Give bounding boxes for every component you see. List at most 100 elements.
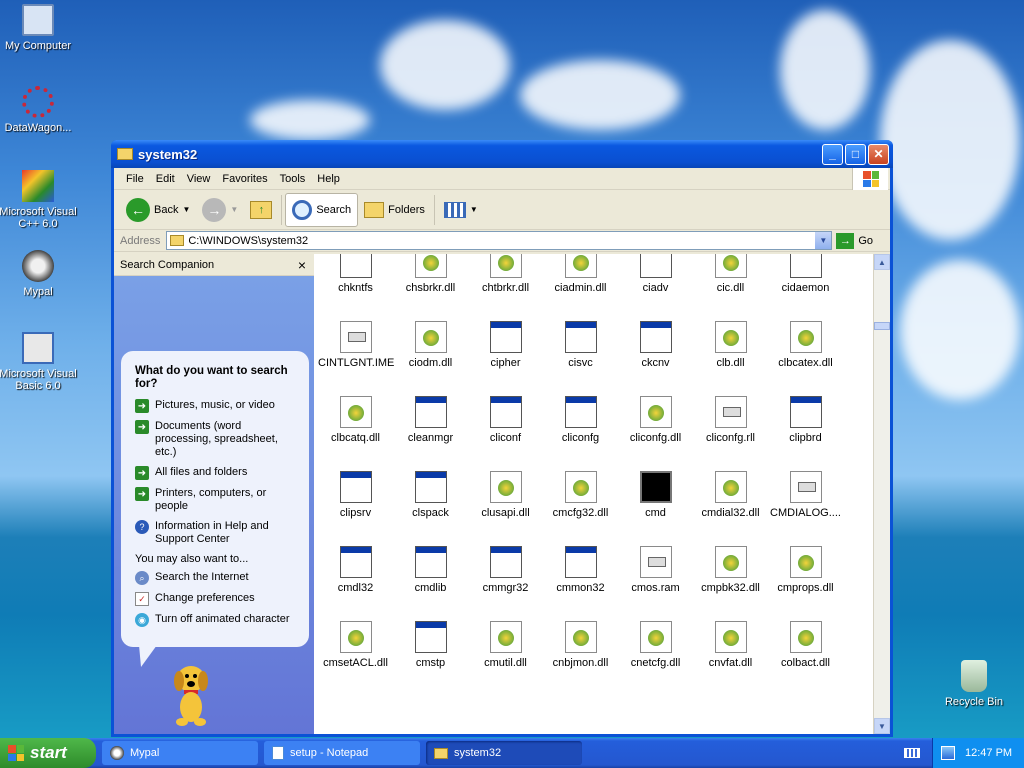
views-button[interactable]: ▼ <box>438 193 484 227</box>
file-item[interactable]: clb.dll <box>693 321 768 369</box>
application-icon <box>639 254 672 278</box>
scroll-up-button[interactable]: ▲ <box>874 254 890 270</box>
desktop-icon-mypal[interactable]: Mypal <box>0 250 78 298</box>
file-item[interactable]: clbcatq.dll <box>318 396 393 444</box>
file-item[interactable]: cliconfg.rll <box>693 396 768 444</box>
go-button[interactable]: → Go <box>836 232 873 249</box>
file-item[interactable]: cmprops.dll <box>768 546 843 594</box>
file-item[interactable]: cnetcfg.dll <box>618 621 693 669</box>
forward-button[interactable]: → ▼ <box>196 193 244 227</box>
file-item[interactable]: chtbrkr.dll <box>468 254 543 294</box>
desktop-icon-visual-basic[interactable]: Microsoft Visual Basic 6.0 <box>0 332 78 392</box>
clock[interactable]: 12:47 PM <box>965 747 1012 759</box>
file-item[interactable]: cmutil.dll <box>468 621 543 669</box>
desktop-icon-my-computer[interactable]: My Computer <box>0 4 78 52</box>
file-item[interactable]: cipher <box>468 321 543 369</box>
close-button[interactable]: ✕ <box>868 143 889 165</box>
file-item[interactable]: clbcatex.dll <box>768 321 843 369</box>
file-name: cipher <box>490 357 521 369</box>
file-item[interactable]: cliconf <box>468 396 543 444</box>
file-item[interactable]: cmdl32 <box>318 546 393 594</box>
search-option-help[interactable]: ? Information in Help and Support Center <box>135 520 297 546</box>
file-item[interactable]: clipsrv <box>318 471 393 519</box>
file-item[interactable]: cnvfat.dll <box>693 621 768 669</box>
file-item[interactable]: cmsetACL.dll <box>318 621 393 669</box>
search-option-documents[interactable]: ➜ Documents (word processing, spreadsheet… <box>135 420 297 459</box>
file-item[interactable]: cmcfg32.dll <box>543 471 618 519</box>
file-item[interactable]: cliconfg.dll <box>618 396 693 444</box>
file-item[interactable]: cmmon32 <box>543 546 618 594</box>
vertical-scrollbar[interactable]: ▲ ▼ <box>873 254 890 734</box>
application-icon <box>489 546 522 578</box>
file-item[interactable]: cleanmgr <box>393 396 468 444</box>
search-option-printers[interactable]: ➜ Printers, computers, or people <box>135 487 297 513</box>
file-item[interactable]: cmdial32.dll <box>693 471 768 519</box>
menu-file[interactable]: File <box>120 173 150 185</box>
file-item[interactable]: colbact.dll <box>768 621 843 669</box>
application-icon <box>339 546 372 578</box>
file-item[interactable]: clipbrd <box>768 396 843 444</box>
task-mypal[interactable]: Mypal <box>102 741 258 765</box>
search-internet-link[interactable]: ⌕ Search the Internet <box>135 571 297 585</box>
file-item[interactable]: cmmgr32 <box>468 546 543 594</box>
menu-tools[interactable]: Tools <box>274 173 312 185</box>
turn-off-character-link[interactable]: ◉ Turn off animated character <box>135 613 297 627</box>
go-arrow-icon: → <box>836 232 855 249</box>
menu-view[interactable]: View <box>181 173 217 185</box>
search-option-all-files[interactable]: ➜ All files and folders <box>135 466 297 480</box>
dll-file-icon <box>714 254 747 278</box>
minimize-button[interactable]: _ <box>822 143 843 165</box>
search-bubble: What do you want to search for? ➜ Picture… <box>121 351 309 667</box>
file-item[interactable]: CMDIALOG.... <box>768 471 843 519</box>
keyboard-icon[interactable] <box>904 748 920 758</box>
address-dropdown-button[interactable]: ▼ <box>815 232 832 249</box>
chevron-down-icon: ▼ <box>819 236 828 245</box>
visual-basic-icon <box>22 332 54 364</box>
menu-edit[interactable]: Edit <box>150 173 181 185</box>
file-item[interactable]: ciadmin.dll <box>543 254 618 294</box>
file-item[interactable]: CINTLGNT.IME <box>318 321 394 369</box>
desktop-icon-visual-cpp[interactable]: Microsoft Visual C++ 6.0 <box>0 170 78 230</box>
file-item[interactable]: chsbrkr.dll <box>393 254 468 294</box>
file-item[interactable]: cnbjmon.dll <box>543 621 618 669</box>
change-preferences-link[interactable]: ✓ Change preferences <box>135 592 297 606</box>
task-system32[interactable]: system32 <box>426 741 582 765</box>
title-bar[interactable]: system32 _ □ ✕ <box>111 140 893 168</box>
file-item[interactable]: cmdlib <box>393 546 468 594</box>
back-button[interactable]: ← Back ▼ <box>120 193 196 227</box>
option-label: Printers, computers, or people <box>155 487 267 512</box>
search-dog-character[interactable] <box>166 659 216 729</box>
file-item[interactable]: cmos.ram <box>618 546 693 594</box>
file-item[interactable]: cmd <box>618 471 693 519</box>
file-item[interactable]: ckcnv <box>618 321 693 369</box>
search-button[interactable]: Search <box>285 192 359 227</box>
file-item[interactable]: cmpbk32.dll <box>693 546 768 594</box>
file-item[interactable]: cic.dll <box>693 254 768 294</box>
menu-favorites[interactable]: Favorites <box>216 173 273 185</box>
file-item[interactable]: cliconfg <box>543 396 618 444</box>
search-option-pictures[interactable]: ➜ Pictures, music, or video <box>135 399 297 413</box>
file-item[interactable]: ciadv <box>618 254 693 294</box>
mypal-icon <box>22 250 54 282</box>
desktop-icon-datawagon[interactable]: DataWagon... <box>0 86 78 134</box>
option-label: Turn off animated character <box>155 613 290 625</box>
network-icon[interactable] <box>941 746 955 760</box>
desktop-icon-recycle-bin[interactable]: Recycle Bin <box>934 660 1014 708</box>
task-notepad[interactable]: setup - Notepad <box>264 741 420 765</box>
file-item[interactable]: chkntfs <box>318 254 393 294</box>
file-item[interactable]: clspack <box>393 471 468 519</box>
address-input[interactable]: C:\WINDOWS\system32 ▼ <box>166 231 833 250</box>
maximize-button[interactable]: □ <box>845 143 866 165</box>
menu-help[interactable]: Help <box>311 173 346 185</box>
close-icon[interactable]: × <box>298 257 306 273</box>
scroll-down-button[interactable]: ▼ <box>874 718 890 734</box>
scroll-thumb[interactable] <box>874 322 890 330</box>
folders-button[interactable]: Folders <box>358 193 431 227</box>
up-folder-button[interactable]: ↑ <box>244 193 278 227</box>
start-button[interactable]: start <box>0 738 96 768</box>
file-item[interactable]: cidaemon <box>768 254 843 294</box>
file-item[interactable]: clusapi.dll <box>468 471 543 519</box>
file-item[interactable]: cmstp <box>393 621 468 669</box>
file-item[interactable]: ciodm.dll <box>393 321 468 369</box>
file-item[interactable]: cisvc <box>543 321 618 369</box>
